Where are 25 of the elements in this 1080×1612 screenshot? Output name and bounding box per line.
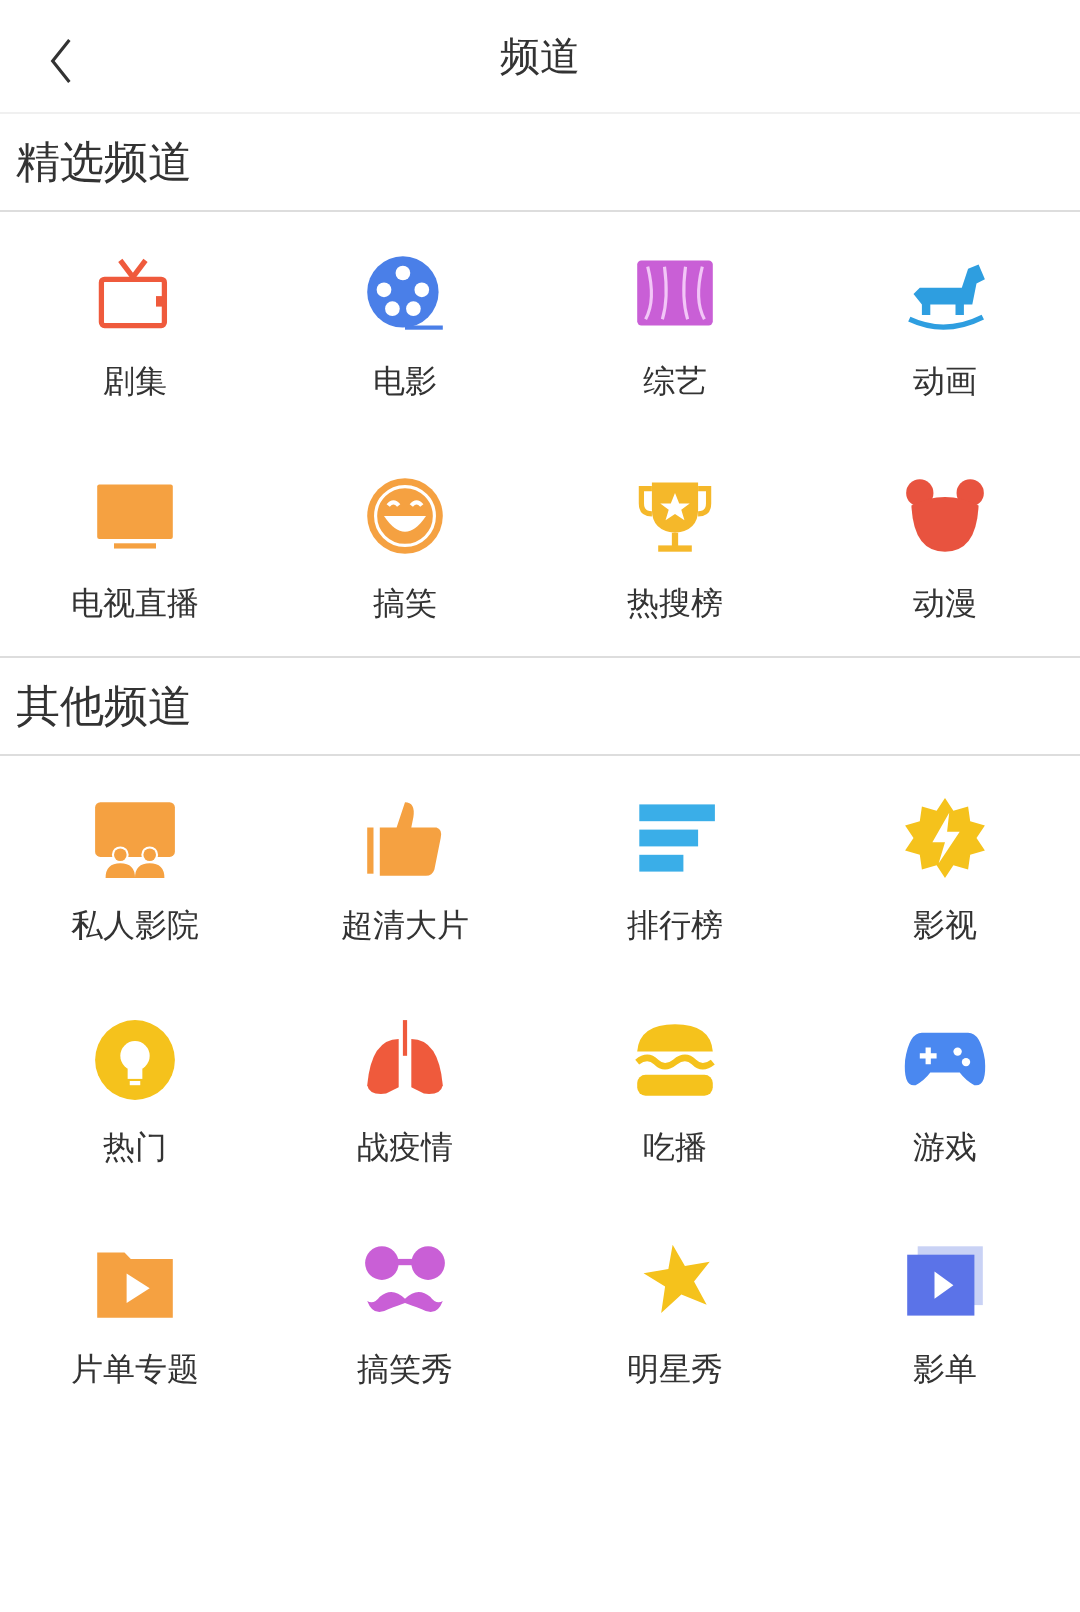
lightbulb-icon — [93, 1018, 177, 1102]
channel-button[interactable]: 热搜榜 — [627, 474, 723, 626]
channel-button[interactable]: 搞笑 — [363, 474, 447, 626]
channel-button[interactable]: 动画 — [903, 252, 987, 404]
channel-button[interactable]: 战疫情 — [357, 1018, 453, 1170]
lightning-badge-icon — [903, 796, 987, 880]
channel-button[interactable]: 排行榜 — [627, 796, 723, 948]
channel-button[interactable]: 影单 — [903, 1240, 987, 1392]
channel-button[interactable]: 综艺 — [633, 252, 717, 404]
channel-button[interactable]: 影视 — [903, 796, 987, 948]
page-title: 频道 — [500, 31, 580, 81]
section-title: 精选频道 — [0, 114, 1080, 212]
channel-button[interactable]: 吃播 — [633, 1018, 717, 1170]
channel-button[interactable]: 搞笑秀 — [357, 1240, 453, 1392]
channel-button[interactable]: 片单专题 — [71, 1240, 199, 1392]
channel-button[interactable]: 私人影院 — [71, 796, 199, 948]
channel-button[interactable]: 电影 — [363, 252, 447, 404]
channel-button[interactable]: 游戏 — [903, 1018, 987, 1170]
channel-button[interactable]: 超清大片 — [341, 796, 469, 948]
channel-button[interactable]: 动漫 — [903, 474, 987, 626]
channel-button[interactable]: 明星秀 — [627, 1240, 723, 1392]
channel-button[interactable]: 电视直播 — [71, 474, 199, 626]
channel-button[interactable]: 剧集 — [93, 252, 177, 404]
section-title: 其他频道 — [0, 656, 1080, 756]
channel-button[interactable]: 热门 — [93, 1018, 177, 1170]
